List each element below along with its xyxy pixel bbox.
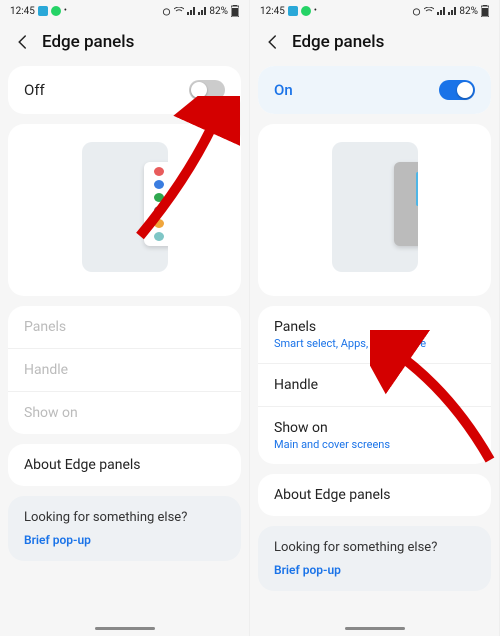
brief-popup-link[interactable]: Brief pop-up xyxy=(274,563,475,577)
preview-card xyxy=(8,124,241,296)
options-card: Panels Smart select, Apps, and 3 more Ha… xyxy=(258,306,491,464)
signal-icon-2 xyxy=(448,7,456,15)
status-battery: 82% xyxy=(459,6,478,17)
master-toggle[interactable] xyxy=(439,80,475,100)
footer-question: Looking for something else? xyxy=(274,540,475,555)
about-card[interactable]: About Edge panels xyxy=(8,444,241,486)
page-title: Edge panels xyxy=(42,32,134,52)
preview-side-panel xyxy=(144,162,168,246)
panels-sub: Smart select, Apps, and 3 more xyxy=(274,337,475,350)
status-time: 12:45 xyxy=(260,6,285,17)
battery-icon xyxy=(481,5,489,17)
gallery-icon xyxy=(38,6,48,16)
header: Edge panels xyxy=(0,22,249,66)
master-toggle-row[interactable]: Off xyxy=(8,66,241,114)
signal-icon xyxy=(437,7,445,15)
whatsapp-icon xyxy=(301,6,311,16)
footer-question: Looking for something else? xyxy=(24,510,225,525)
about-label: About Edge panels xyxy=(274,487,475,503)
more-icon: • xyxy=(314,6,317,16)
preview-side-panel xyxy=(394,162,418,246)
master-toggle-card: Off xyxy=(8,66,241,114)
back-icon[interactable] xyxy=(264,33,282,51)
more-icon: • xyxy=(64,6,67,16)
battery-icon xyxy=(231,5,239,17)
status-time: 12:45 xyxy=(10,6,35,17)
nav-handle[interactable] xyxy=(345,627,405,630)
nav-handle[interactable] xyxy=(95,627,155,630)
alarm-icon xyxy=(162,7,171,16)
panels-row: Panels xyxy=(8,306,241,349)
preview-panel xyxy=(332,142,418,272)
handle-row: Handle xyxy=(8,349,241,392)
master-toggle-card: On xyxy=(258,66,491,114)
showon-row[interactable]: Show on Main and cover screens xyxy=(258,407,491,464)
alarm-icon xyxy=(412,7,421,16)
header: Edge panels xyxy=(250,22,499,66)
screen-left: 12:45 • 82% Edge panels Off xyxy=(0,0,250,636)
gallery-icon xyxy=(288,6,298,16)
brief-popup-link[interactable]: Brief pop-up xyxy=(24,533,225,547)
screen-right: 12:45 • 82% Edge panels On xyxy=(250,0,500,636)
preview-card xyxy=(258,124,491,296)
signal-icon-2 xyxy=(198,7,206,15)
preview-panel xyxy=(82,142,168,272)
about-label: About Edge panels xyxy=(24,457,225,473)
status-battery: 82% xyxy=(209,6,228,17)
footer-box: Looking for something else? Brief pop-up xyxy=(8,496,241,561)
whatsapp-icon xyxy=(51,6,61,16)
preview-handle xyxy=(416,172,418,206)
wifi-icon xyxy=(174,7,184,15)
showon-sub: Main and cover screens xyxy=(274,438,475,451)
signal-icon xyxy=(187,7,195,15)
status-bar: 12:45 • 82% xyxy=(250,0,499,22)
master-toggle[interactable] xyxy=(189,80,225,100)
options-card: Panels Handle Show on xyxy=(8,306,241,434)
master-toggle-row[interactable]: On xyxy=(258,66,491,114)
about-card[interactable]: About Edge panels xyxy=(258,474,491,516)
master-label: On xyxy=(274,81,293,99)
footer-box: Looking for something else? Brief pop-up xyxy=(258,526,491,591)
back-icon[interactable] xyxy=(14,33,32,51)
panels-row[interactable]: Panels Smart select, Apps, and 3 more xyxy=(258,306,491,364)
master-label: Off xyxy=(24,81,45,99)
wifi-icon xyxy=(424,7,434,15)
handle-row[interactable]: Handle xyxy=(258,364,491,407)
page-title: Edge panels xyxy=(292,32,384,52)
showon-row: Show on xyxy=(8,392,241,434)
status-bar: 12:45 • 82% xyxy=(0,0,249,22)
